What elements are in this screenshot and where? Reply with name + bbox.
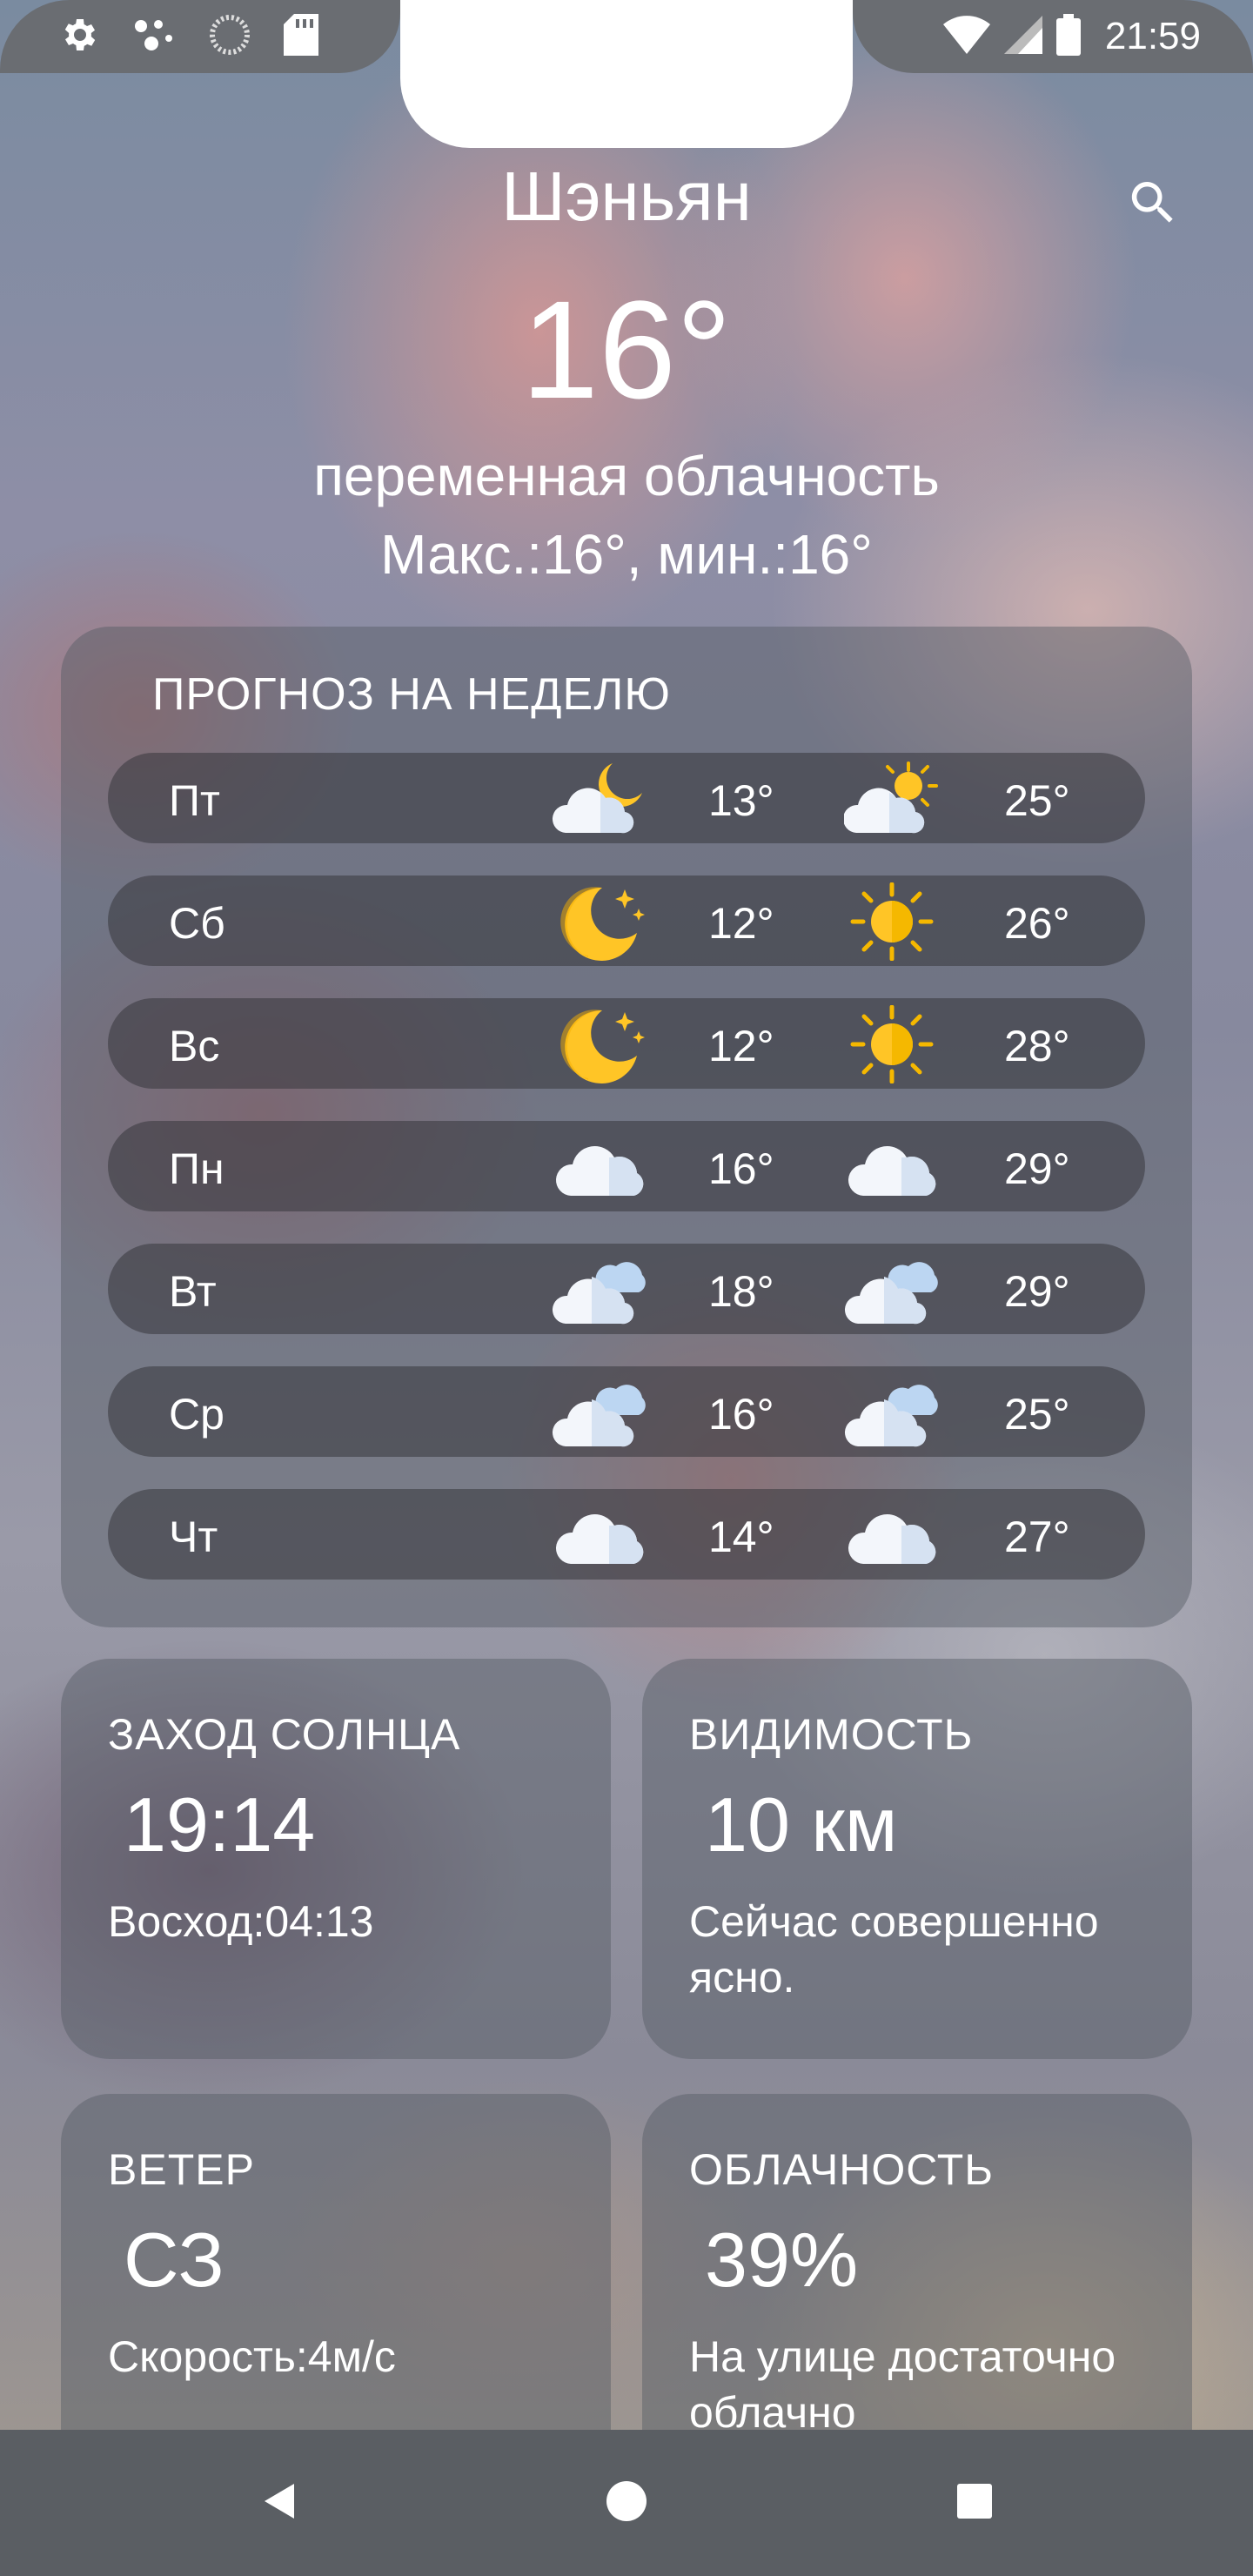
forecast-row: Ср 16° 25° bbox=[108, 1366, 1145, 1457]
navigation-bar bbox=[0, 2430, 1253, 2576]
forecast-day-name: Вс bbox=[169, 1022, 220, 1070]
forecast-day-temp: 28° bbox=[1004, 1022, 1070, 1070]
forecast-day-name: Пн bbox=[169, 1144, 224, 1193]
clouds-icon bbox=[844, 1373, 940, 1452]
back-button[interactable] bbox=[252, 2477, 305, 2529]
forecast-row: Пт 13° 25° bbox=[108, 753, 1145, 843]
forecast-day-temp: 29° bbox=[1004, 1267, 1070, 1316]
recents-button[interactable] bbox=[948, 2477, 1001, 2529]
sun-icon bbox=[844, 882, 940, 962]
forecast-day-name: Сб bbox=[169, 899, 225, 948]
forecast-day-temp: 27° bbox=[1004, 1513, 1070, 1561]
forecast-day-temp: 26° bbox=[1004, 899, 1070, 948]
forecast-day-name: Вт bbox=[169, 1267, 217, 1316]
forecast-night-temp: 16° bbox=[708, 1390, 774, 1439]
clouds-card: ОБЛАЧНОСТЬ 39% На улице достаточно облач… bbox=[642, 2094, 1192, 2430]
visibility-card: ВИДИМОСТЬ 10 км Сейчас совершенно ясно. bbox=[642, 1659, 1192, 2059]
clouds-icon bbox=[844, 1251, 940, 1329]
forecast-night-temp: 16° bbox=[708, 1144, 774, 1193]
signal-icon bbox=[1003, 15, 1042, 58]
wind-label: ВЕТЕР bbox=[108, 2145, 255, 2194]
battery-icon bbox=[1055, 13, 1081, 60]
home-button[interactable] bbox=[600, 2477, 653, 2529]
search-button[interactable] bbox=[1122, 174, 1183, 235]
forecast-row: Вт 18° 29° bbox=[108, 1244, 1145, 1334]
wind-card: ВЕТЕР СЗ Скорость:4м/с bbox=[61, 2094, 611, 2430]
recents-icon bbox=[955, 2482, 994, 2525]
search-icon bbox=[1125, 175, 1181, 235]
forecast-title: ПРОГНОЗ НА НЕДЕЛЮ bbox=[152, 669, 671, 720]
forecast-day-temp: 25° bbox=[1004, 1390, 1070, 1439]
clouds-text: На улице достаточно облачно bbox=[689, 2332, 1116, 2430]
visibility-label: ВИДИМОСТЬ bbox=[689, 1710, 974, 1759]
forecast-row: Чт 14° 27° bbox=[108, 1489, 1145, 1580]
wind-speed-text: Скорость:4м/с bbox=[108, 2332, 396, 2381]
forecast-night-temp: 18° bbox=[708, 1267, 774, 1316]
forecast-night-temp: 12° bbox=[708, 899, 774, 948]
cloud-icon bbox=[844, 1128, 940, 1206]
cloud-icon bbox=[552, 1496, 647, 1574]
moon-star-icon bbox=[552, 1005, 647, 1083]
back-icon bbox=[259, 2480, 298, 2526]
cloud-icon bbox=[552, 1128, 647, 1206]
visibility-value: 10 км bbox=[705, 1781, 898, 1868]
forecast-day-name: Ср bbox=[169, 1390, 224, 1439]
forecast-day-name: Чт bbox=[169, 1513, 218, 1561]
sunrise-text: Восход:04:13 bbox=[108, 1897, 374, 1946]
wifi-icon bbox=[942, 15, 990, 58]
cloud-icon bbox=[844, 1496, 940, 1574]
forecast-day-temp: 29° bbox=[1004, 1144, 1070, 1193]
moon-star-icon bbox=[552, 882, 647, 961]
min-max-temperature: Макс.:16°, мин.:16° bbox=[380, 523, 873, 586]
status-bar-right: 21:59 bbox=[853, 0, 1253, 73]
forecast-day-temp: 25° bbox=[1004, 776, 1070, 825]
forecast-day-name: Пт bbox=[169, 776, 220, 825]
clouds-icon bbox=[552, 1251, 647, 1329]
wind-value: СЗ bbox=[124, 2217, 224, 2303]
weekly-forecast-card: ПРОГНОЗ НА НЕДЕЛЮ Пт 13° 25° Сб 12° 26° Вс 12° 2… bbox=[61, 627, 1192, 1627]
sunset-value: 19:14 bbox=[124, 1781, 316, 1868]
status-bar-left bbox=[0, 0, 400, 73]
city-name: Шэньян bbox=[501, 158, 752, 235]
clouds-icon bbox=[552, 1373, 647, 1452]
camera-notch bbox=[400, 0, 853, 148]
status-time: 21:59 bbox=[1104, 15, 1201, 57]
cloud-sun-icon bbox=[842, 760, 940, 838]
forecast-night-temp: 14° bbox=[708, 1513, 774, 1561]
clouds-label: ОБЛАЧНОСТЬ bbox=[689, 2145, 995, 2194]
forecast-row: Сб 12° 26° bbox=[108, 875, 1145, 966]
sun-icon bbox=[844, 1004, 940, 1084]
forecast-list: Пт 13° 25° Сб 12° 26° Вс 12° 28° Пн 16° 29° Вт 18° 29°… bbox=[108, 753, 1145, 1612]
assistant-dots-icon bbox=[132, 16, 176, 58]
clouds-value: 39% bbox=[705, 2217, 859, 2303]
forecast-row: Вс 12° 28° bbox=[108, 998, 1145, 1089]
sd-card-icon bbox=[284, 13, 318, 60]
cloud-moon-icon bbox=[552, 760, 647, 838]
forecast-row: Пн 16° 29° bbox=[108, 1121, 1145, 1211]
home-icon bbox=[604, 2479, 649, 2528]
sunset-label: ЗАХОД СОЛНЦА bbox=[108, 1710, 461, 1759]
loading-circle-icon bbox=[209, 14, 251, 60]
visibility-text: Сейчас совершенно ясно. bbox=[689, 1897, 1099, 2002]
current-temperature: 16° bbox=[521, 272, 732, 427]
gear-icon bbox=[57, 14, 99, 60]
forecast-night-temp: 12° bbox=[708, 1022, 774, 1070]
sunset-card: ЗАХОД СОЛНЦА 19:14 Восход:04:13 bbox=[61, 1659, 611, 2059]
weather-description: переменная облачность bbox=[313, 445, 940, 507]
forecast-night-temp: 13° bbox=[708, 776, 774, 825]
